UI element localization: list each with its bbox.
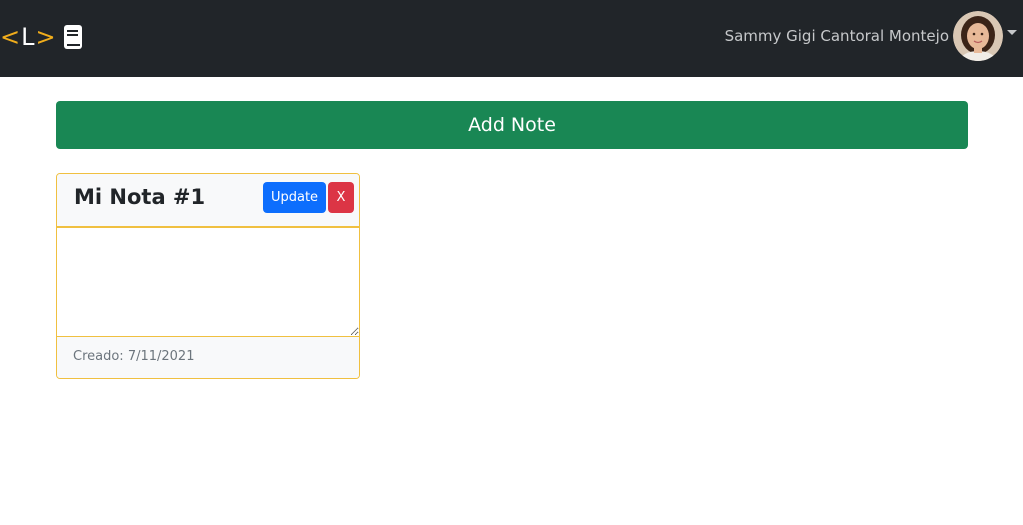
brand-logo[interactable]: <L> — [0, 22, 83, 52]
user-menu[interactable]: Sammy Gigi Cantoral Montejo — [725, 11, 1017, 61]
brand-close-bracket: > — [35, 23, 57, 51]
brand-open-bracket: < — [0, 23, 22, 51]
note-title: Mi Nota #1 — [74, 185, 206, 209]
note-created-date: Creado: 7/11/2021 — [73, 349, 195, 364]
note-header: Mi Nota #1 Update X — [57, 174, 359, 227]
delete-note-button[interactable]: X — [328, 182, 354, 213]
user-avatar[interactable] — [953, 11, 1003, 61]
add-note-button[interactable]: Add Note — [56, 101, 968, 149]
brand-code-text: <L> — [0, 22, 57, 52]
brand-letter: L — [21, 23, 36, 51]
note-card: Mi Nota #1 Update X Creado: 7/11/2021 — [56, 173, 360, 379]
note-footer: Creado: 7/11/2021 — [57, 337, 359, 378]
user-name: Sammy Gigi Cantoral Montejo — [724, 27, 949, 45]
note-content-textarea[interactable] — [57, 227, 359, 337]
update-note-button[interactable]: Update — [263, 182, 326, 213]
top-navbar: <L> Sammy Gigi Cantoral Montejo — [0, 0, 1023, 77]
notebook-icon — [63, 24, 83, 50]
caret-down-icon[interactable] — [1007, 29, 1017, 35]
